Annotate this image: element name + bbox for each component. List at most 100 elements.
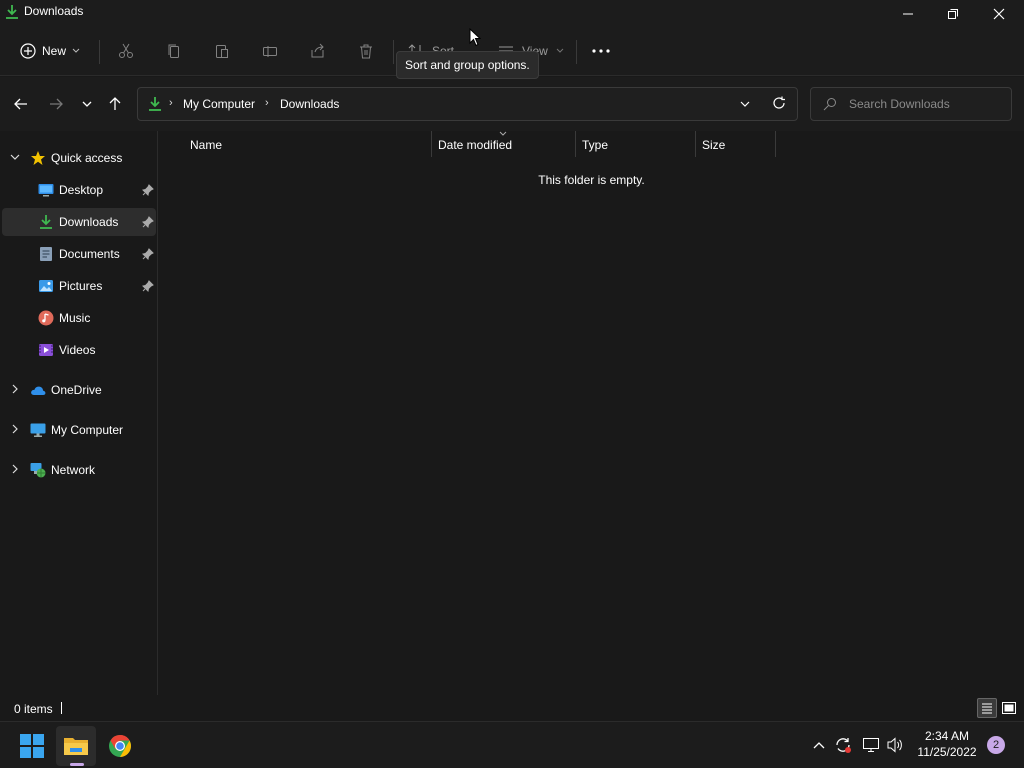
new-button[interactable]: New bbox=[14, 36, 90, 66]
column-header-label: Date modified bbox=[438, 138, 513, 152]
sidebar-item-label: Documents bbox=[59, 247, 120, 261]
chevron-down-icon[interactable] bbox=[738, 97, 752, 111]
scissors-icon bbox=[119, 43, 133, 58]
column-resize-handle[interactable] bbox=[775, 131, 776, 157]
breadcrumb-downloads[interactable]: Downloads bbox=[280, 97, 339, 111]
title-bar: Downloads bbox=[0, 0, 1024, 28]
column-header-label: Type bbox=[582, 138, 609, 152]
pin-icon[interactable] bbox=[142, 184, 154, 196]
sidebar-item-desktop[interactable]: Desktop bbox=[2, 176, 156, 204]
share-button[interactable] bbox=[304, 38, 332, 64]
active-app-indicator bbox=[70, 763, 84, 766]
chevron-down-icon[interactable] bbox=[10, 152, 20, 162]
copy-icon bbox=[168, 44, 179, 58]
details-view-button[interactable] bbox=[977, 698, 997, 718]
sync-status-button[interactable] bbox=[832, 735, 854, 755]
chevron-right-icon[interactable] bbox=[10, 424, 20, 434]
close-button[interactable] bbox=[976, 0, 1022, 28]
search-input[interactable] bbox=[849, 95, 1004, 113]
paste-button[interactable] bbox=[208, 38, 236, 64]
up-button[interactable] bbox=[102, 93, 128, 115]
sidebar-item-network[interactable]: Network bbox=[2, 456, 156, 484]
cut-button[interactable] bbox=[112, 38, 140, 64]
refresh-icon[interactable] bbox=[772, 96, 786, 110]
mouse-cursor-icon bbox=[469, 28, 481, 47]
separator bbox=[99, 40, 100, 64]
music-icon bbox=[38, 310, 54, 326]
status-bar: 0 items bbox=[0, 695, 1024, 721]
large-icons-view-icon bbox=[1002, 702, 1016, 714]
maximize-button[interactable] bbox=[930, 0, 976, 28]
download-icon bbox=[149, 97, 161, 111]
network-tray-button[interactable] bbox=[860, 735, 882, 755]
desktop-icon bbox=[38, 184, 54, 197]
large-icons-view-button[interactable] bbox=[999, 698, 1019, 718]
sidebar-item-label: Quick access bbox=[51, 151, 123, 165]
rename-button[interactable] bbox=[256, 38, 284, 64]
column-header-label: Name bbox=[190, 138, 223, 152]
window-title: Downloads bbox=[24, 4, 84, 18]
recent-locations-button[interactable] bbox=[74, 93, 100, 115]
column-header-name[interactable]: Name bbox=[181, 131, 431, 159]
copy-button[interactable] bbox=[160, 38, 188, 64]
taskbar-file-explorer[interactable] bbox=[56, 726, 96, 766]
taskbar-chrome[interactable] bbox=[100, 726, 140, 766]
breadcrumb-separator[interactable]: › bbox=[265, 97, 269, 109]
new-button-label: New bbox=[42, 44, 67, 58]
details-view-icon bbox=[982, 703, 992, 714]
search-icon bbox=[823, 98, 836, 111]
delete-button[interactable] bbox=[352, 38, 380, 64]
pin-icon[interactable] bbox=[142, 248, 154, 260]
breadcrumb-my-computer[interactable]: My Computer bbox=[183, 97, 255, 111]
chevron-down-icon bbox=[82, 101, 92, 107]
arrow-left-icon bbox=[14, 98, 27, 110]
sidebar-item-downloads[interactable]: Downloads bbox=[2, 208, 156, 236]
sidebar-item-label: Network bbox=[51, 463, 96, 477]
column-header-label: Size bbox=[702, 138, 726, 152]
file-list: Name Date modified Type Size This folder… bbox=[159, 131, 1024, 695]
more-options-button[interactable] bbox=[586, 36, 616, 66]
separator bbox=[393, 40, 394, 64]
sidebar-item-videos[interactable]: Videos bbox=[2, 336, 156, 364]
column-header-size[interactable]: Size bbox=[696, 131, 775, 159]
sidebar-item-label: Videos bbox=[59, 343, 96, 357]
forward-button[interactable] bbox=[43, 93, 69, 115]
rename-icon bbox=[263, 46, 277, 57]
pin-icon[interactable] bbox=[142, 280, 154, 292]
address-bar[interactable]: › My Computer › Downloads bbox=[137, 87, 798, 121]
sidebar-item-label: OneDrive bbox=[51, 383, 102, 397]
plus-circle-icon bbox=[20, 43, 36, 59]
breadcrumb-separator[interactable]: › bbox=[169, 97, 173, 109]
search-box[interactable] bbox=[810, 87, 1012, 121]
chevron-right-icon[interactable] bbox=[10, 464, 20, 474]
sidebar-item-documents[interactable]: Documents bbox=[2, 240, 156, 268]
back-button[interactable] bbox=[8, 93, 34, 115]
taskbar-clock[interactable]: 2:34 AM 11/25/2022 bbox=[914, 728, 980, 760]
start-button[interactable] bbox=[12, 726, 52, 766]
minimize-button[interactable] bbox=[885, 0, 931, 28]
download-icon bbox=[40, 215, 52, 229]
empty-folder-message: This folder is empty. bbox=[538, 173, 645, 187]
show-hidden-icons-button[interactable] bbox=[808, 735, 830, 755]
navigation-bar: › My Computer › Downloads bbox=[0, 77, 1024, 131]
status-divider bbox=[61, 702, 62, 714]
windows-logo-icon bbox=[20, 734, 44, 758]
sidebar-item-pictures[interactable]: Pictures bbox=[2, 272, 156, 300]
pin-icon[interactable] bbox=[142, 216, 154, 228]
notification-badge[interactable]: 2 bbox=[987, 736, 1005, 754]
ellipsis-icon bbox=[592, 49, 610, 53]
share-icon bbox=[311, 43, 324, 58]
sidebar-item-my-computer[interactable]: My Computer bbox=[2, 416, 156, 444]
volume-button[interactable] bbox=[884, 735, 906, 755]
chevron-right-icon[interactable] bbox=[10, 384, 20, 394]
trash-icon bbox=[360, 44, 372, 59]
navigation-pane: Quick access Desktop Downloads Documents… bbox=[0, 131, 158, 695]
column-header-type[interactable]: Type bbox=[576, 131, 695, 159]
pictures-icon bbox=[39, 280, 53, 292]
sidebar-item-onedrive[interactable]: OneDrive bbox=[2, 376, 156, 404]
sidebar-item-quick-access[interactable]: Quick access bbox=[2, 144, 156, 172]
sort-indicator-icon bbox=[499, 131, 507, 136]
folder-icon bbox=[64, 738, 88, 755]
chrome-icon bbox=[109, 735, 131, 757]
sidebar-item-music[interactable]: Music bbox=[2, 304, 156, 332]
